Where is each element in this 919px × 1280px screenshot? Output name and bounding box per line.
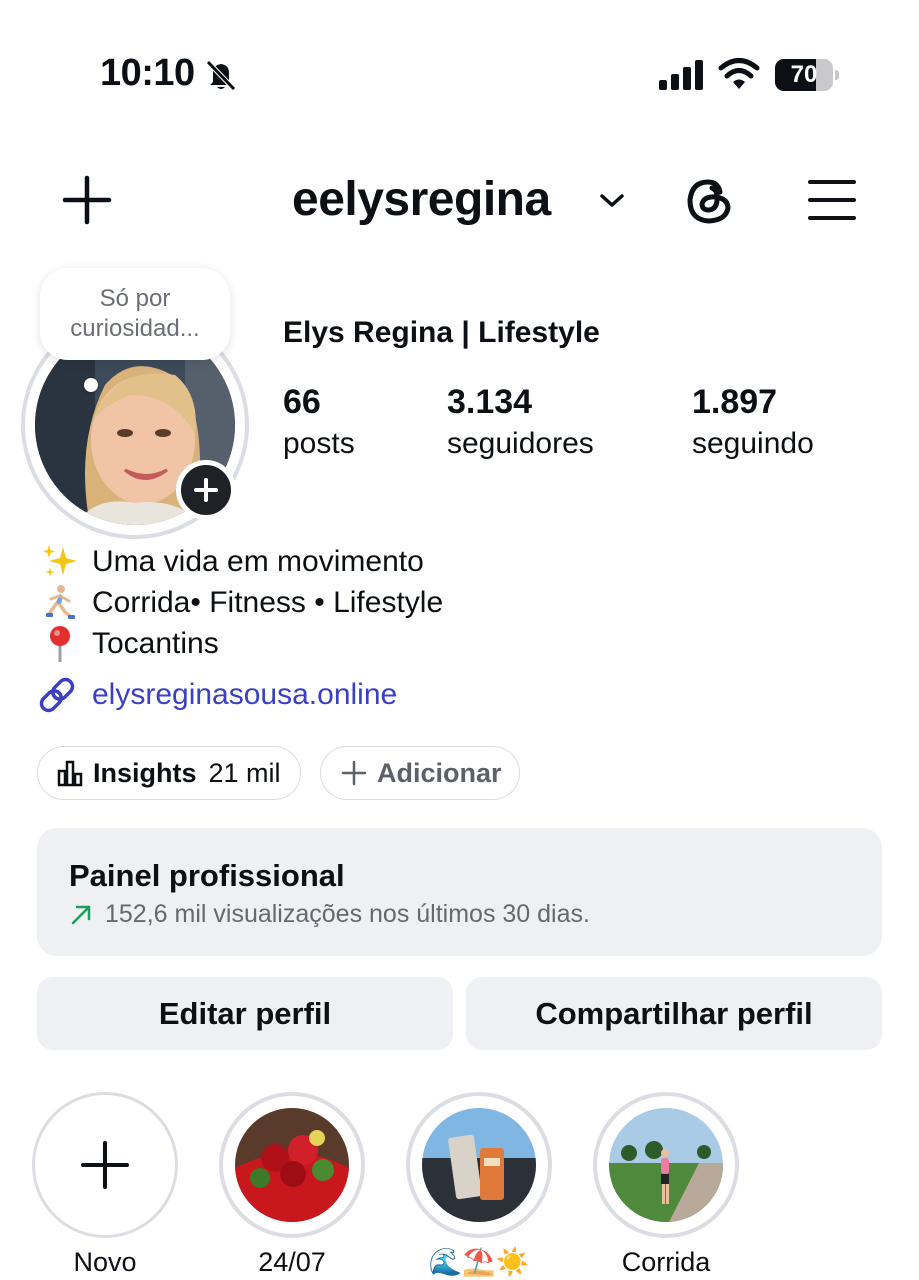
highlight-item[interactable]: 24/07	[219, 1092, 365, 1278]
highlight-cover-running	[609, 1108, 723, 1222]
plus-icon	[194, 478, 218, 502]
highlight-label: 🌊⛱️☀️	[428, 1247, 530, 1277]
share-profile-button[interactable]: Compartilhar perfil	[466, 977, 882, 1050]
highlight-label: Novo	[73, 1247, 137, 1277]
dashboard-title: Painel profissional	[69, 858, 345, 893]
runner-icon	[40, 584, 80, 622]
create-post-icon[interactable]	[62, 175, 112, 225]
status-time: 10:10	[100, 52, 195, 94]
highlight-cover-roses	[235, 1108, 349, 1222]
insights-label: Insights	[93, 757, 197, 788]
stat-label: seguidores	[447, 427, 594, 460]
stat-followers[interactable]: 3.134 seguidores	[447, 382, 594, 466]
stat-value: 66	[283, 383, 321, 421]
highlight-new[interactable]: Novo	[32, 1092, 178, 1278]
menu-icon[interactable]	[808, 178, 856, 222]
insights-count: 21 mil	[208, 757, 281, 788]
wifi-icon	[718, 58, 760, 89]
highlight-cover-sunscreen	[422, 1108, 536, 1222]
note-tail-dot	[84, 378, 98, 392]
trend-up-arrow-icon	[71, 905, 91, 924]
bio-line: Corrida• Fitness • Lifestyle	[92, 586, 444, 619]
highlight-item[interactable]: 🌊⛱️☀️	[406, 1092, 552, 1278]
bar-chart-icon	[57, 760, 83, 787]
threads-icon[interactable]	[682, 172, 736, 228]
stat-value: 3.134	[447, 383, 533, 421]
website-link[interactable]: elysreginasousa.online	[36, 674, 397, 716]
location-pin-icon	[40, 625, 80, 663]
profile-note-text: Só por curiosidad...	[70, 285, 200, 342]
add-story-button[interactable]	[176, 460, 236, 520]
plus-icon	[81, 1141, 129, 1189]
stat-posts[interactable]: 66 posts	[283, 382, 355, 466]
stat-following[interactable]: 1.897 seguindo	[692, 382, 814, 466]
dashboard-subtitle: 152,6 mil visualizações nos últimos 30 d…	[105, 900, 590, 928]
stat-label: posts	[283, 427, 355, 460]
display-name: Elys Regina | Lifestyle	[283, 316, 600, 349]
bio-line: Tocantins	[92, 627, 219, 660]
chevron-down-icon[interactable]	[598, 188, 626, 212]
stat-label: seguindo	[692, 427, 814, 460]
bio: Uma vida em movimento Corrida• Fitness •…	[40, 541, 443, 664]
account-switcher-username[interactable]: eelysregina	[292, 172, 551, 227]
bell-slash-icon	[206, 60, 236, 91]
link-icon	[39, 677, 75, 713]
cellular-signal-icon	[659, 60, 703, 90]
battery-percent: 70	[790, 61, 818, 88]
battery-indicator: 70	[775, 59, 839, 91]
website-url[interactable]: elysreginasousa.online	[92, 678, 397, 712]
add-chip-label: Adicionar	[377, 757, 502, 788]
edit-profile-button[interactable]: Editar perfil	[37, 977, 453, 1050]
stat-value: 1.897	[692, 383, 778, 421]
highlight-label: 24/07	[258, 1247, 326, 1277]
highlight-label: Corrida	[621, 1247, 711, 1277]
plus-icon	[341, 760, 367, 786]
bio-line: Uma vida em movimento	[92, 545, 424, 578]
sparkles-icon	[40, 543, 80, 581]
insights-chip[interactable]: Insights 21 mil	[37, 746, 301, 800]
professional-dashboard[interactable]: Painel profissional 152,6 mil visualizaç…	[37, 828, 882, 956]
add-chip[interactable]: Adicionar	[320, 746, 520, 800]
highlight-item[interactable]: Corrida	[593, 1092, 739, 1278]
profile-note-bubble[interactable]: Só por curiosidad...	[40, 268, 230, 360]
